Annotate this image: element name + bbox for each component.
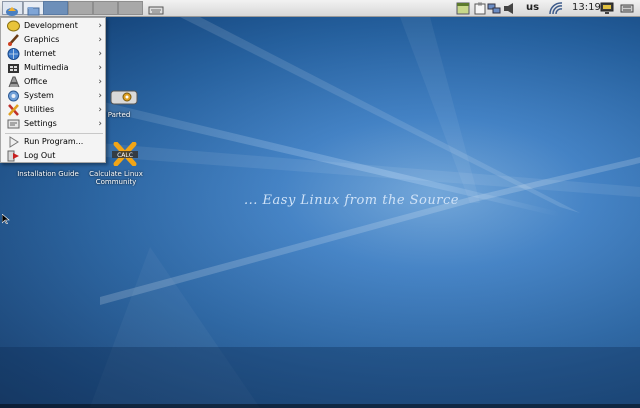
submenu-arrow-icon: › [98,91,102,101]
volume-icon[interactable] [503,2,517,15]
calculate-label-line1: Calculate Linux [89,170,143,178]
menu-item-system[interactable]: System › [2,89,105,103]
menu-item-label: Multimedia [24,63,69,72]
logout-icon [7,150,19,162]
menu-item-run-program[interactable]: Run Program... [2,135,105,149]
utilities-icon [8,104,19,116]
file-manager-button[interactable] [23,1,44,16]
submenu-arrow-icon: › [98,49,102,59]
disk-drive-icon [110,90,138,105]
menu-item-label: Settings [24,119,57,128]
clock[interactable]: 13:19 [572,2,601,13]
menu-item-graphics[interactable]: Graphics › [2,33,105,47]
workspace-2-button[interactable] [68,1,93,15]
menu-item-utilities[interactable]: Utilities › [2,103,105,117]
submenu-arrow-icon: › [98,77,102,87]
development-icon [7,20,20,32]
svg-text:CALC: CALC [117,152,133,159]
menu-item-label: Development [24,21,78,30]
graphics-icon [8,34,19,46]
wifi-icon[interactable] [549,2,563,15]
menu-item-label: Graphics [24,35,60,44]
keyboard-button[interactable] [148,1,164,15]
menu-item-multimedia[interactable]: Multimedia › [2,61,105,75]
menu-item-label: Log Out [24,151,56,160]
menu-item-label: Utilities [24,105,55,114]
submenu-arrow-icon: › [98,35,102,45]
clipboard-icon[interactable] [473,2,487,15]
menu-item-label: Run Program... [24,137,84,146]
menu-item-settings[interactable]: Settings › [2,117,105,131]
mouse-cursor-icon [2,214,10,224]
menu-item-internet[interactable]: Internet › [2,47,105,61]
system-icon [8,90,19,102]
installation-guide-label: Installation Guide [17,170,79,178]
menu-item-label: System [24,91,54,100]
calculate-logo-icon: CALC [111,141,138,167]
run-icon [9,136,19,148]
application-menu: Development › Graphics › Internet › Mult… [0,17,106,163]
menu-item-label: Office [24,77,48,86]
submenu-arrow-icon: › [98,105,102,115]
menu-separator [5,133,103,134]
submenu-arrow-icon: › [98,119,102,129]
start-menu-button[interactable] [2,1,23,16]
submenu-arrow-icon: › [98,63,102,73]
menu-item-log-out[interactable]: Log Out [2,149,105,163]
desktop-tagline: ... Easy Linux from the Source [244,193,459,208]
submenu-arrow-icon: › [98,21,102,31]
calculate-label-line2: Community [95,178,137,186]
menu-item-office[interactable]: Office › [2,75,105,89]
menu-item-label: Internet [24,49,56,58]
workspace-4-button[interactable] [118,1,143,15]
file-manager-icon [27,7,40,16]
settings-icon [7,119,20,129]
menu-item-development[interactable]: Development › [2,19,105,33]
start-menu-icon [6,7,18,16]
office-icon [8,76,20,88]
display-icon[interactable] [600,2,614,15]
keyboard-icon [148,6,164,15]
internet-icon [7,48,20,60]
notes-icon[interactable] [456,2,470,15]
power-icon[interactable] [620,2,634,15]
multimedia-icon [8,64,19,73]
workspace-1-button[interactable] [43,1,68,15]
workspace-3-button[interactable] [93,1,118,15]
top-panel: us 13:19 [0,0,640,17]
keyboard-layout-indicator[interactable]: us [526,2,539,13]
network-icon[interactable] [487,2,501,15]
